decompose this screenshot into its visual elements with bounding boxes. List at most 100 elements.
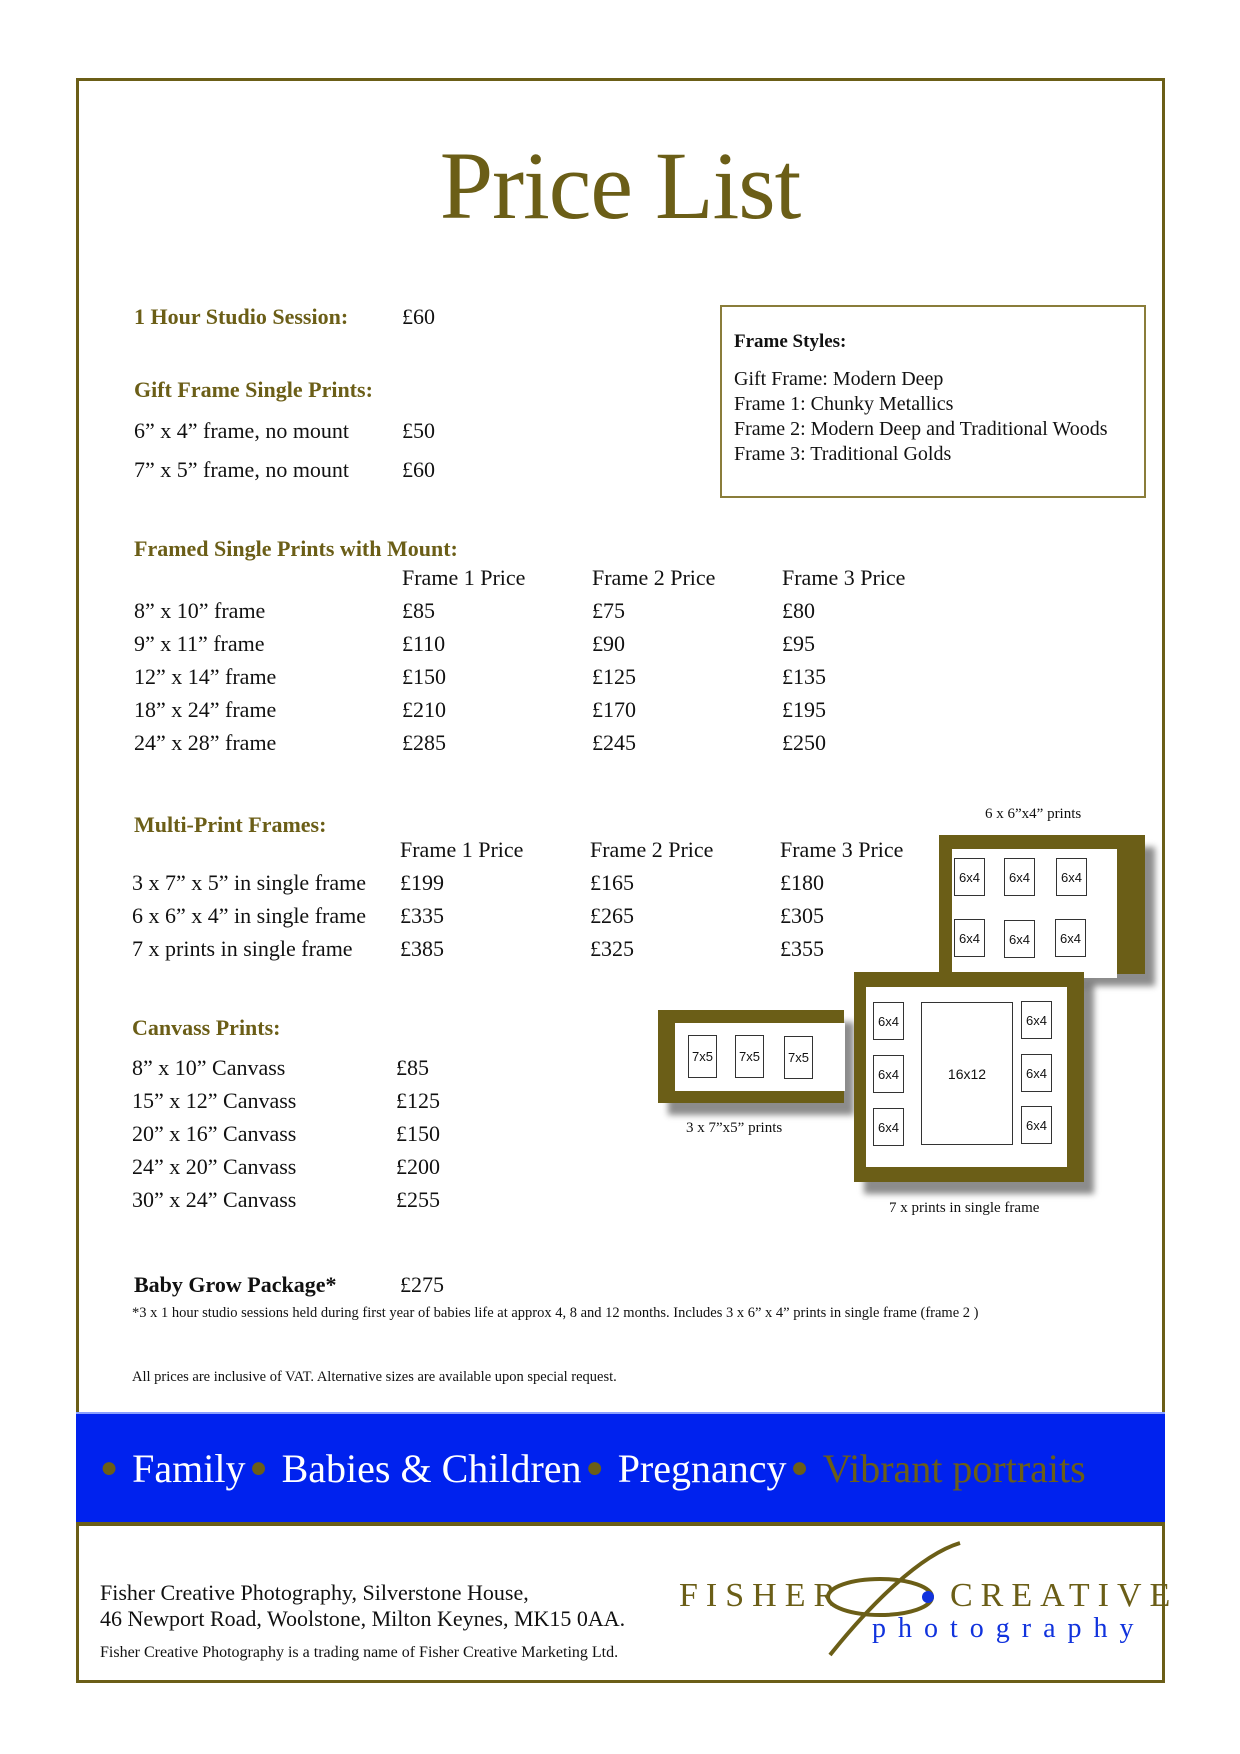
gift-frame-row-label: 7” x 5” frame, no mount — [134, 457, 350, 482]
table-row-label: 6 x 6” x 4” in single frame — [132, 903, 366, 928]
baby-grow-price: £275 — [400, 1272, 444, 1297]
table-row-label: 24” x 28” frame — [134, 730, 277, 755]
photo-slot: 7x5 — [735, 1035, 764, 1078]
photo-slot: 6x4 — [1004, 858, 1035, 896]
column-header: Frame 1 Price — [400, 837, 524, 862]
column-header: Frame 2 Price — [590, 837, 714, 862]
column-header: Frame 3 Price — [782, 565, 906, 590]
studio-session-price: £60 — [402, 304, 435, 329]
table-cell-price: £150 — [396, 1121, 440, 1146]
frame-style-item: Frame 3: Traditional Golds — [734, 443, 952, 465]
table-cell-price: £90 — [592, 631, 625, 656]
table-cell-price: £265 — [590, 903, 634, 928]
table-row-label: 18” x 24” frame — [134, 697, 277, 722]
table-cell-price: £85 — [396, 1055, 429, 1080]
photo-slot: 6x4 — [1004, 920, 1035, 958]
table-cell-price: £95 — [782, 631, 815, 656]
table-cell-price: £135 — [782, 664, 826, 689]
three-prints-caption: 3 x 7”x5” prints — [686, 1120, 783, 1136]
photo-slot: 6x4 — [1021, 1106, 1052, 1144]
photo-slot: 6x4 — [873, 1002, 904, 1040]
six-prints-caption: 6 x 6”x4” prints — [985, 806, 1082, 822]
table-cell-price: £180 — [780, 870, 824, 895]
table-row-label: 24” x 20” Canvass — [132, 1154, 297, 1179]
studio-session-label: 1 Hour Studio Session: — [134, 304, 349, 329]
photo-slot: 7x5 — [688, 1035, 717, 1078]
table-cell-price: £199 — [400, 870, 444, 895]
table-cell-price: £285 — [402, 730, 446, 755]
photo-slot: 6x4 — [1056, 858, 1087, 896]
baby-grow-footnote: *3 x 1 hour studio sessions held during … — [132, 1305, 979, 1321]
table-row-label: 30” x 24” Canvass — [132, 1187, 297, 1212]
frame-style-item: Frame 1: Chunky Metallics — [734, 393, 954, 415]
banner-item: Vibrant portraits — [822, 1445, 1086, 1491]
table-cell-price: £85 — [402, 598, 435, 623]
bullet-icon: ● — [100, 1451, 119, 1484]
table-cell-price: £75 — [592, 598, 625, 623]
banner-item: Family — [132, 1445, 246, 1491]
address-line1: Fisher Creative Photography, Silverstone… — [100, 1580, 529, 1605]
bullet-icon: ● — [249, 1451, 268, 1484]
services-banner: ● Family ● Babies & Children ● Pregnancy ● V… — [76, 1412, 1165, 1526]
frame-style-item: Frame 2: Modern Deep and Traditional Woo… — [734, 418, 1108, 440]
baby-grow-label: Baby Grow Package* — [134, 1272, 337, 1297]
gift-frame-row-label: 6” x 4” frame, no mount — [134, 418, 350, 443]
table-row-label: 9” x 11” frame — [134, 631, 265, 656]
table-cell-price: £80 — [782, 598, 815, 623]
photo-slot-large: 16x12 — [921, 1002, 1013, 1145]
table-cell-price: £125 — [592, 664, 636, 689]
table-row-label: 8” x 10” Canvass — [132, 1055, 286, 1080]
table-cell-price: £170 — [592, 697, 636, 722]
photo-slot: 6x4 — [954, 858, 985, 896]
photo-slot: 6x4 — [873, 1055, 904, 1093]
photo-slot: 6x4 — [1055, 919, 1086, 957]
table-cell-price: £335 — [400, 903, 444, 928]
photo-slot: 7x5 — [784, 1036, 813, 1079]
photo-slot: 6x4 — [1021, 1054, 1052, 1092]
table-cell-price: £150 — [402, 664, 446, 689]
table-cell-price: £385 — [400, 936, 444, 961]
bullet-icon: ● — [585, 1451, 604, 1484]
address-line2: 46 Newport Road, Woolstone, Milton Keyne… — [100, 1606, 626, 1631]
seven-prints-caption: 7 x prints in single frame — [889, 1200, 1040, 1216]
table-row-label: 15” x 12” Canvass — [132, 1088, 297, 1113]
table-cell-price: £305 — [780, 903, 824, 928]
table-cell-price: £200 — [396, 1154, 440, 1179]
table-cell-price: £110 — [402, 631, 446, 656]
table-cell-price: £245 — [592, 730, 636, 755]
table-row-label: 3 x 7” x 5” in single frame — [132, 870, 366, 895]
table-cell-price: £195 — [782, 697, 826, 722]
gift-frame-row-price: £60 — [402, 457, 435, 482]
column-header: Frame 2 Price — [592, 565, 716, 590]
column-header: Frame 3 Price — [780, 837, 904, 862]
photo-slot: 6x4 — [1021, 1001, 1052, 1039]
logo-creative: CREATIVE — [950, 1577, 1179, 1614]
table-row-label: 20” x 16” Canvass — [132, 1121, 297, 1146]
frame-styles-title: Frame Styles: — [734, 331, 847, 352]
frame-style-item: Gift Frame: Modern Deep — [734, 368, 944, 390]
framed-single-heading: Framed Single Prints with Mount: — [134, 536, 458, 561]
trading-note: Fisher Creative Photography is a trading… — [100, 1644, 619, 1661]
bullet-icon: ● — [790, 1451, 809, 1484]
gift-frame-row-price: £50 — [402, 418, 435, 443]
table-cell-price: £125 — [396, 1088, 440, 1113]
table-cell-price: £255 — [396, 1187, 440, 1212]
table-cell-price: £355 — [780, 936, 824, 961]
banner-item: Babies & Children — [281, 1445, 582, 1491]
column-header: Frame 1 Price — [402, 565, 526, 590]
multi-print-heading: Multi-Print Frames: — [134, 812, 327, 837]
canvas-heading: Canvass Prints: — [132, 1015, 281, 1040]
logo-photography: photography — [872, 1613, 1146, 1644]
photo-slot: 6x4 — [954, 919, 985, 957]
frame-styles-box: Frame Styles: Gift Frame: Modern Deep Fr… — [720, 305, 1146, 498]
table-row-label: 12” x 14” frame — [134, 664, 277, 689]
photo-slot: 6x4 — [873, 1108, 904, 1146]
table-row-label: 8” x 10” frame — [134, 598, 266, 623]
table-cell-price: £210 — [402, 697, 446, 722]
table-cell-price: £250 — [782, 730, 826, 755]
gift-frame-heading: Gift Frame Single Prints: — [134, 377, 373, 402]
table-cell-price: £165 — [590, 870, 634, 895]
page-title: Price List — [439, 132, 802, 239]
vat-note: All prices are inclusive of VAT. Alterna… — [132, 1369, 617, 1385]
table-cell-price: £325 — [590, 936, 634, 961]
